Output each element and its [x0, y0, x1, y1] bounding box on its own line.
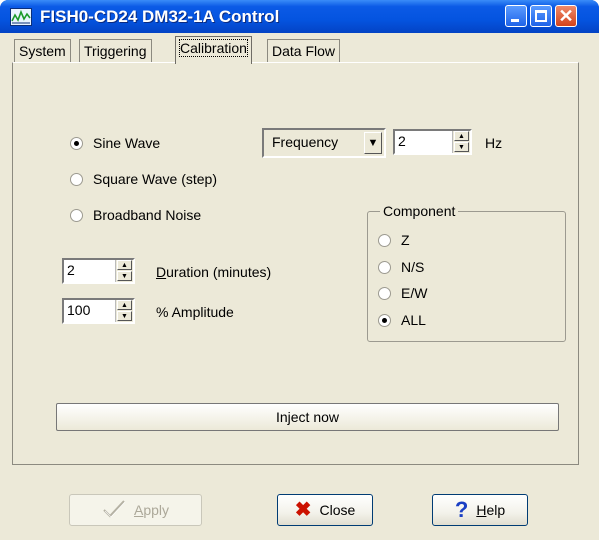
radio-button[interactable]: [378, 260, 391, 274]
spin-buttons: ▲ ▼: [115, 260, 133, 282]
duration-value[interactable]: 2: [67, 262, 75, 278]
frequency-spinner[interactable]: 2 ▲ ▼: [393, 129, 472, 155]
apply-button[interactable]: Apply: [69, 494, 202, 526]
maximize-icon: [535, 10, 547, 22]
radio-button[interactable]: [378, 286, 391, 300]
help-button[interactable]: ? Help: [432, 494, 528, 526]
inject-now-button[interactable]: Inject now: [56, 403, 559, 431]
frequency-unit: Hz: [485, 135, 503, 151]
help-mnemonic: H: [476, 502, 487, 518]
radio-broadband-noise[interactable]: Broadband Noise: [70, 207, 201, 223]
radio-label: N/S: [401, 259, 425, 275]
radio-square-wave[interactable]: Square Wave (step): [70, 171, 217, 187]
tab-triggering[interactable]: Triggering: [79, 39, 152, 63]
close-label: Close: [319, 502, 356, 518]
help-label-rest: elp: [486, 502, 506, 518]
radio-label: Broadband Noise: [93, 207, 202, 223]
frequency-value[interactable]: 2: [398, 133, 406, 149]
close-button[interactable]: ✖ Close: [277, 494, 373, 526]
duration-label-text: uration (minutes): [166, 264, 272, 280]
amplitude-value[interactable]: 100: [67, 302, 90, 318]
apply-label-rest: pply: [143, 502, 170, 518]
radio-sine-wave[interactable]: Sine Wave: [70, 135, 160, 151]
tab-label: Calibration: [179, 39, 248, 57]
radio-label: Square Wave (step): [93, 171, 217, 187]
duration-spinner[interactable]: 2 ▲ ▼: [62, 258, 135, 284]
radio-component-all[interactable]: ALL: [378, 312, 426, 328]
close-icon: ✕: [558, 6, 574, 26]
spin-down-icon[interactable]: ▼: [454, 142, 469, 152]
spin-up-icon[interactable]: ▲: [117, 260, 132, 270]
inject-label: Inject now: [275, 409, 340, 425]
spin-down-icon[interactable]: ▼: [117, 271, 132, 281]
tab-calibration[interactable]: Calibration: [175, 36, 252, 64]
radio-component-ew[interactable]: E/W: [378, 285, 427, 301]
maximize-button[interactable]: [530, 5, 552, 27]
app-icon: [10, 8, 32, 26]
radio-button[interactable]: [378, 313, 391, 327]
amplitude-spinner[interactable]: 100 ▲ ▼: [62, 298, 135, 324]
tab-label: Triggering: [84, 43, 147, 59]
title-bar[interactable]: FISH0-CD24 DM32-1A Control ✕: [0, 0, 599, 33]
window-title: FISH0-CD24 DM32-1A Control: [40, 7, 280, 26]
question-mark-icon: ?: [454, 497, 469, 522]
radio-button[interactable]: [70, 208, 83, 222]
tab-label: Data Flow: [272, 43, 336, 59]
checkmark-icon: [102, 499, 126, 522]
tab-label: System: [19, 43, 66, 59]
spin-up-icon[interactable]: ▲: [454, 131, 469, 141]
red-x-icon: ✖: [294, 499, 312, 521]
minimize-icon: [511, 19, 519, 22]
close-window-button[interactable]: ✕: [555, 5, 577, 27]
radio-component-ns[interactable]: N/S: [378, 259, 424, 275]
tab-system[interactable]: System: [14, 39, 71, 63]
help-label: Help: [476, 502, 505, 518]
amplitude-label: % Amplitude: [156, 304, 234, 320]
radio-label: Sine Wave: [93, 135, 161, 151]
duration-mnemonic: D: [156, 264, 167, 280]
radio-button[interactable]: [70, 136, 83, 150]
spin-buttons: ▲ ▼: [115, 300, 133, 322]
component-title: Component: [380, 203, 459, 219]
spin-down-icon[interactable]: ▼: [117, 311, 132, 321]
radio-label: E/W: [401, 285, 428, 301]
radio-label: ALL: [401, 312, 426, 328]
minimize-button[interactable]: [505, 5, 527, 27]
spin-buttons: ▲ ▼: [452, 131, 470, 153]
radio-component-z[interactable]: Z: [378, 232, 410, 248]
apply-mnemonic: A: [133, 502, 144, 518]
chevron-down-icon[interactable]: ▼: [364, 132, 382, 154]
tab-data-flow[interactable]: Data Flow: [267, 39, 341, 63]
spin-up-icon[interactable]: ▲: [117, 300, 132, 310]
apply-label: Apply: [134, 502, 169, 518]
mode-select[interactable]: Frequency ▼: [262, 128, 386, 158]
radio-label: Z: [401, 232, 410, 248]
duration-label: Duration (minutes): [156, 264, 271, 280]
mode-select-value: Frequency: [272, 134, 339, 150]
radio-button[interactable]: [378, 233, 391, 247]
radio-button[interactable]: [70, 172, 83, 186]
